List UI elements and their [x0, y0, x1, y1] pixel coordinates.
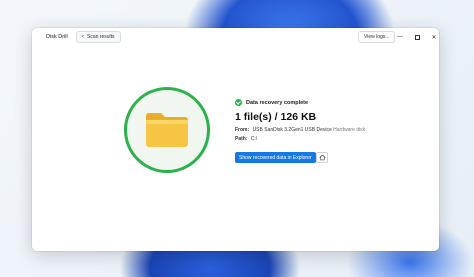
- show-in-explorer-button[interactable]: Show recovered data in Explorer: [235, 152, 316, 163]
- maximize-icon[interactable]: [410, 31, 424, 43]
- source-info: From: USB SanDisk 3.2Gen1 USB Device Har…: [235, 127, 365, 133]
- from-type: Hardware disk: [333, 127, 366, 133]
- view-logs-label: View logs...: [364, 34, 390, 40]
- scan-results-button[interactable]: ‹ Scan results: [76, 31, 121, 43]
- app-window: Disk Drill ‹ Scan results View logs... —…: [32, 28, 439, 251]
- recovery-summary: 1 file(s) / 126 KB: [235, 111, 317, 123]
- folder-icon: [146, 113, 188, 147]
- status-text: Data recovery complete: [246, 99, 309, 106]
- title-bar: Disk Drill ‹ Scan results View logs... —…: [32, 28, 439, 47]
- scan-results-label: Scan results: [87, 34, 115, 40]
- close-icon[interactable]: ✕: [427, 31, 439, 43]
- from-label: From:: [235, 127, 250, 133]
- from-value: USB SanDisk 3.2Gen1 USB Device: [252, 127, 332, 133]
- home-icon: [318, 154, 326, 161]
- check-icon: [235, 99, 242, 106]
- path-value: C:\: [250, 136, 258, 142]
- view-logs-button[interactable]: View logs...: [358, 31, 396, 43]
- success-circle: [124, 87, 210, 173]
- back-arrow-icon: ‹: [82, 34, 84, 40]
- minimize-icon[interactable]: —: [393, 31, 407, 43]
- recovery-status: Data recovery complete: [235, 99, 308, 106]
- app-title: Disk Drill: [46, 34, 68, 40]
- home-button[interactable]: [316, 152, 328, 163]
- path-label: Path:: [235, 136, 248, 142]
- path-info: Path: C:\: [235, 136, 257, 142]
